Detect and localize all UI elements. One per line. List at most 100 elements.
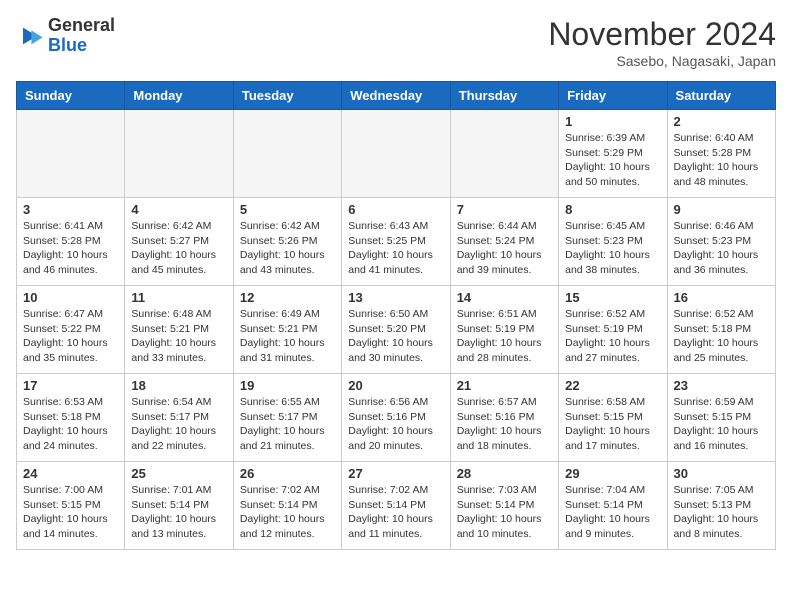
day-number: 8	[565, 202, 660, 217]
day-info: Sunrise: 7:02 AM Sunset: 5:14 PM Dayligh…	[240, 483, 335, 542]
calendar-cell	[342, 110, 450, 198]
week-row-1: 1 Sunrise: 6:39 AM Sunset: 5:29 PM Daylig…	[17, 110, 776, 198]
day-number: 7	[457, 202, 552, 217]
calendar-cell: 22 Sunrise: 6:58 AM Sunset: 5:15 PM Dayli…	[559, 374, 667, 462]
weekday-header-tuesday: Tuesday	[233, 82, 341, 110]
day-number: 19	[240, 378, 335, 393]
week-row-4: 17Sunrise: 6:53 AM Sunset: 5:18 PM Dayli…	[17, 374, 776, 462]
day-number: 25	[131, 466, 226, 481]
day-info: Sunrise: 6:43 AM Sunset: 5:25 PM Dayligh…	[348, 219, 443, 278]
day-number: 5	[240, 202, 335, 217]
calendar-cell: 1 Sunrise: 6:39 AM Sunset: 5:29 PM Daylig…	[559, 110, 667, 198]
day-number: 30	[674, 466, 769, 481]
day-info: Sunrise: 6:48 AM Sunset: 5:21 PM Dayligh…	[131, 307, 226, 366]
day-number: 23	[674, 378, 769, 393]
day-number: 20	[348, 378, 443, 393]
day-info: Sunrise: 6:42 AM Sunset: 5:26 PM Dayligh…	[240, 219, 335, 278]
day-number: 17	[23, 378, 118, 393]
calendar-table: SundayMondayTuesdayWednesdayThursdayFrid…	[16, 81, 776, 550]
day-number: 28	[457, 466, 552, 481]
day-number: 29	[565, 466, 660, 481]
calendar-cell: 17Sunrise: 6:53 AM Sunset: 5:18 PM Dayli…	[17, 374, 125, 462]
calendar-cell: 30 Sunrise: 7:05 AM Sunset: 5:13 PM Dayli…	[667, 462, 775, 550]
day-info: Sunrise: 6:42 AM Sunset: 5:27 PM Dayligh…	[131, 219, 226, 278]
calendar-cell: 4 Sunrise: 6:42 AM Sunset: 5:27 PM Daylig…	[125, 198, 233, 286]
calendar-cell: 26 Sunrise: 7:02 AM Sunset: 5:14 PM Dayli…	[233, 462, 341, 550]
day-number: 2	[674, 114, 769, 129]
calendar-cell: 10 Sunrise: 6:47 AM Sunset: 5:22 PM Dayli…	[17, 286, 125, 374]
logo-icon	[16, 22, 44, 50]
day-number: 13	[348, 290, 443, 305]
calendar-cell: 15 Sunrise: 6:52 AM Sunset: 5:19 PM Dayli…	[559, 286, 667, 374]
weekday-header-thursday: Thursday	[450, 82, 558, 110]
calendar-cell: 13 Sunrise: 6:50 AM Sunset: 5:20 PM Dayli…	[342, 286, 450, 374]
day-number: 21	[457, 378, 552, 393]
day-info: Sunrise: 6:45 AM Sunset: 5:23 PM Dayligh…	[565, 219, 660, 278]
calendar-cell: 23 Sunrise: 6:59 AM Sunset: 5:15 PM Dayli…	[667, 374, 775, 462]
day-number: 11	[131, 290, 226, 305]
day-info: Sunrise: 6:59 AM Sunset: 5:15 PM Dayligh…	[674, 395, 769, 454]
day-info: Sunrise: 6:40 AM Sunset: 5:28 PM Dayligh…	[674, 131, 769, 190]
day-info: Sunrise: 6:46 AM Sunset: 5:23 PM Dayligh…	[674, 219, 769, 278]
day-info: Sunrise: 6:47 AM Sunset: 5:22 PM Dayligh…	[23, 307, 118, 366]
logo-blue: Blue	[48, 35, 87, 55]
day-info: Sunrise: 6:52 AM Sunset: 5:19 PM Dayligh…	[565, 307, 660, 366]
calendar-cell: 28 Sunrise: 7:03 AM Sunset: 5:14 PM Dayli…	[450, 462, 558, 550]
day-number: 12	[240, 290, 335, 305]
calendar-cell	[450, 110, 558, 198]
logo: General Blue	[16, 16, 115, 56]
weekday-header-monday: Monday	[125, 82, 233, 110]
calendar-cell: 12 Sunrise: 6:49 AM Sunset: 5:21 PM Dayli…	[233, 286, 341, 374]
day-info: Sunrise: 6:54 AM Sunset: 5:17 PM Dayligh…	[131, 395, 226, 454]
calendar-cell: 18 Sunrise: 6:54 AM Sunset: 5:17 PM Dayli…	[125, 374, 233, 462]
day-info: Sunrise: 6:50 AM Sunset: 5:20 PM Dayligh…	[348, 307, 443, 366]
day-number: 26	[240, 466, 335, 481]
day-number: 24	[23, 466, 118, 481]
day-number: 22	[565, 378, 660, 393]
day-info: Sunrise: 6:44 AM Sunset: 5:24 PM Dayligh…	[457, 219, 552, 278]
calendar-cell: 14Sunrise: 6:51 AM Sunset: 5:19 PM Dayli…	[450, 286, 558, 374]
day-info: Sunrise: 7:04 AM Sunset: 5:14 PM Dayligh…	[565, 483, 660, 542]
day-info: Sunrise: 6:52 AM Sunset: 5:18 PM Dayligh…	[674, 307, 769, 366]
day-number: 6	[348, 202, 443, 217]
day-number: 10	[23, 290, 118, 305]
title-block: November 2024 Sasebo, Nagasaki, Japan	[548, 16, 776, 69]
calendar-cell: 5 Sunrise: 6:42 AM Sunset: 5:26 PM Daylig…	[233, 198, 341, 286]
day-info: Sunrise: 7:03 AM Sunset: 5:14 PM Dayligh…	[457, 483, 552, 542]
day-number: 15	[565, 290, 660, 305]
calendar-cell: 21 Sunrise: 6:57 AM Sunset: 5:16 PM Dayli…	[450, 374, 558, 462]
page-header: General Blue November 2024 Sasebo, Nagas…	[16, 16, 776, 69]
day-number: 18	[131, 378, 226, 393]
day-info: Sunrise: 7:05 AM Sunset: 5:13 PM Dayligh…	[674, 483, 769, 542]
day-number: 27	[348, 466, 443, 481]
month-title: November 2024	[548, 16, 776, 53]
calendar-cell: 24 Sunrise: 7:00 AM Sunset: 5:15 PM Dayli…	[17, 462, 125, 550]
location: Sasebo, Nagasaki, Japan	[548, 53, 776, 69]
day-info: Sunrise: 6:41 AM Sunset: 5:28 PM Dayligh…	[23, 219, 118, 278]
day-number: 4	[131, 202, 226, 217]
day-info: Sunrise: 6:57 AM Sunset: 5:16 PM Dayligh…	[457, 395, 552, 454]
week-row-2: 3 Sunrise: 6:41 AM Sunset: 5:28 PM Daylig…	[17, 198, 776, 286]
week-row-3: 10 Sunrise: 6:47 AM Sunset: 5:22 PM Dayli…	[17, 286, 776, 374]
day-info: Sunrise: 7:00 AM Sunset: 5:15 PM Dayligh…	[23, 483, 118, 542]
day-info: Sunrise: 6:51 AM Sunset: 5:19 PM Dayligh…	[457, 307, 552, 366]
calendar-cell: 7 Sunrise: 6:44 AM Sunset: 5:24 PM Daylig…	[450, 198, 558, 286]
day-info: Sunrise: 6:49 AM Sunset: 5:21 PM Dayligh…	[240, 307, 335, 366]
day-number: 3	[23, 202, 118, 217]
day-number: 1	[565, 114, 660, 129]
calendar-cell: 8 Sunrise: 6:45 AM Sunset: 5:23 PM Daylig…	[559, 198, 667, 286]
logo-general: General	[48, 15, 115, 35]
calendar-cell: 9Sunrise: 6:46 AM Sunset: 5:23 PM Daylig…	[667, 198, 775, 286]
day-info: Sunrise: 7:02 AM Sunset: 5:14 PM Dayligh…	[348, 483, 443, 542]
calendar-cell: 25Sunrise: 7:01 AM Sunset: 5:14 PM Dayli…	[125, 462, 233, 550]
day-number: 16	[674, 290, 769, 305]
day-info: Sunrise: 6:56 AM Sunset: 5:16 PM Dayligh…	[348, 395, 443, 454]
calendar-cell: 6 Sunrise: 6:43 AM Sunset: 5:25 PM Daylig…	[342, 198, 450, 286]
weekday-header-wednesday: Wednesday	[342, 82, 450, 110]
calendar-cell: 3 Sunrise: 6:41 AM Sunset: 5:28 PM Daylig…	[17, 198, 125, 286]
weekday-header-row: SundayMondayTuesdayWednesdayThursdayFrid…	[17, 82, 776, 110]
calendar-cell: 20 Sunrise: 6:56 AM Sunset: 5:16 PM Dayli…	[342, 374, 450, 462]
weekday-header-sunday: Sunday	[17, 82, 125, 110]
day-info: Sunrise: 6:58 AM Sunset: 5:15 PM Dayligh…	[565, 395, 660, 454]
day-info: Sunrise: 6:39 AM Sunset: 5:29 PM Dayligh…	[565, 131, 660, 190]
